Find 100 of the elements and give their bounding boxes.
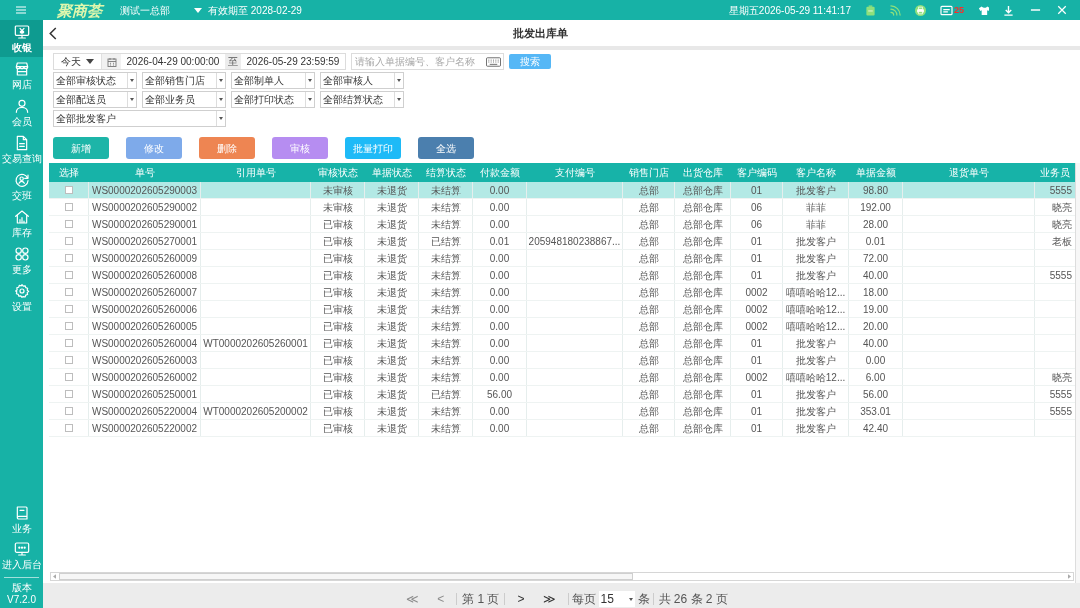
filter-select[interactable]: 全部审核人 (320, 72, 404, 89)
table-cell-text: 未退货 (376, 370, 407, 385)
download-icon[interactable] (1003, 4, 1014, 16)
table-cell-text: 总部 (638, 421, 659, 436)
table-cell-text: 未结算 (430, 404, 461, 419)
wifi-icon[interactable] (890, 4, 901, 16)
checkbox[interactable] (64, 254, 73, 262)
checkbox[interactable] (64, 322, 73, 330)
table-cell-text: 总部 (638, 268, 659, 283)
table-cell-text: 已审核 (322, 404, 353, 419)
battery-icon[interactable] (865, 4, 876, 16)
table-cell-text: WS0000202605290001 (91, 217, 198, 232)
table-cell-text: 总部 (638, 336, 659, 351)
checkbox[interactable] (64, 390, 73, 398)
checkbox[interactable] (64, 288, 73, 296)
table-row[interactable]: WS0000202605290003 未审核 未退货 未结算 0.00 总部 总部仓库 01 批发客户 98.80 5555 (49, 182, 1075, 199)
filter-select[interactable]: 全部业务员 (142, 91, 226, 108)
table-cell-text: 0.00 (489, 336, 510, 351)
table-cell-text: 未结算 (430, 421, 461, 436)
table-cell-text: 总部仓库 (682, 251, 723, 266)
table-row[interactable]: WS0000202605260007 已审核 未退货 未结算 0.00 总部 总部仓库 0002 嘻嘻哈哈12... 18.00 (49, 284, 1075, 301)
table-row[interactable]: WS0000202605220002 已审核 未退货 未结算 0.00 总部 总部仓库 01 批发客户 42.40 (49, 420, 1075, 437)
filter-select[interactable]: 全部打印状态 (231, 91, 315, 108)
table-row[interactable]: WS0000202605260008 已审核 未退货 未结算 0.00 总部 总部仓库 01 批发客户 40.00 5555 (49, 267, 1075, 284)
table-cell-text: 已审核 (322, 370, 353, 385)
yen-monitor-icon (13, 24, 30, 40)
checkbox[interactable] (64, 356, 73, 364)
filter-select[interactable]: 全部配送员 (53, 91, 137, 108)
per-page-label: 每页 (571, 591, 596, 608)
version-label: 版本 (10, 582, 33, 594)
vertical-scrollbar[interactable] (1075, 163, 1080, 583)
checkbox[interactable] (64, 305, 73, 313)
caret-icon (308, 98, 312, 101)
filter-select[interactable]: 全部制单人 (231, 72, 315, 89)
table-row[interactable]: WS0000202605260004 WT0000202605260001 已审核 未退货 未结算 0.00 总部 总部仓库 01 批发客户 40.00 (49, 335, 1075, 352)
table-cell-text: WS0000202605260002 (91, 370, 198, 385)
table-cell-text: WT0000202605260001 (203, 336, 308, 351)
message-icon[interactable] (940, 4, 953, 16)
table-cell-text: 01 (750, 183, 763, 198)
menu-icon[interactable] (16, 6, 26, 14)
checkbox[interactable] (64, 203, 73, 211)
filter-select[interactable]: 全部销售门店 (142, 72, 226, 89)
table-cell-text: 01 (750, 234, 763, 249)
checkbox[interactable] (64, 220, 73, 228)
table-cell-text: 01 (750, 421, 763, 436)
table-cell-text: 0.00 (489, 285, 510, 300)
table-row[interactable]: WS0000202605260009 已审核 未退货 未结算 0.00 总部 总部仓库 01 批发客户 72.00 (49, 250, 1075, 267)
table-cell-text: WS0000202605260005 (91, 319, 198, 334)
table-row[interactable]: WS0000202605250001 已审核 未退货 已结算 56.00 总部 总部仓库 01 批发客户 56.00 5555 (49, 386, 1075, 403)
table-row[interactable]: WS0000202605260006 已审核 未退货 未结算 0.00 总部 总部仓库 0002 嘻嘻哈哈12... 19.00 (49, 301, 1075, 318)
minimize-icon[interactable] (1030, 9, 1041, 11)
filter-select[interactable]: 全部批发客户 (53, 110, 226, 127)
caret-icon (219, 117, 223, 120)
table-row[interactable]: WS0000202605260002 已审核 未退货 未结算 0.00 总部 总部仓库 0002 嘻嘻哈哈12... 6.00 晓亮 (49, 369, 1075, 386)
filter-select[interactable]: 全部审核状态 (53, 72, 137, 89)
column-header: 业务员 (1039, 166, 1071, 180)
table-cell-text: 56.00 (863, 387, 888, 402)
table-cell-text: 总部仓库 (682, 183, 723, 198)
table-cell-text: 未退货 (376, 285, 407, 300)
caret-icon (130, 79, 134, 82)
horizontal-scrollbar[interactable] (50, 572, 1074, 581)
table-cell-text: 28.00 (863, 217, 888, 232)
table-cell-text: 嘻嘻哈哈12... (785, 370, 846, 385)
scroll-right-icon[interactable] (1068, 574, 1071, 579)
checkbox[interactable] (64, 339, 73, 347)
checkbox[interactable] (64, 237, 73, 245)
last-page-button[interactable]: ≫ (533, 593, 565, 605)
table-row[interactable]: WS0000202605290002 未审核 未退货 未结算 0.00 总部 总部仓库 06 菲菲 192.00 晓亮 (49, 199, 1075, 216)
checkbox[interactable] (64, 186, 73, 194)
table-cell-text: 5555 (1049, 387, 1072, 402)
table-cell-text: 总部 (638, 183, 659, 198)
table-cell-text: 0.00 (489, 251, 510, 266)
table-row[interactable]: WS0000202605260005 已审核 未退货 未结算 0.00 总部 总部仓库 0002 嘻嘻哈哈12... 20.00 (49, 318, 1075, 335)
table-row[interactable]: WS0000202605220004 WT0000202605200002 已审核 未退货 未结算 0.00 总部 总部仓库 01 批发客户 353.01 5555 (49, 403, 1075, 420)
table-cell-text: 40.00 (863, 336, 888, 351)
search-field[interactable]: 请输入单据编号、客户名称 (351, 53, 504, 70)
table-cell-text: 未退货 (376, 200, 407, 215)
filter-select[interactable]: 全部结算状态 (320, 91, 404, 108)
checkbox[interactable] (64, 373, 73, 381)
back-icon[interactable] (49, 26, 57, 40)
scroll-left-icon[interactable] (53, 574, 56, 579)
scrollbar-thumb[interactable] (59, 573, 633, 580)
next-page-button[interactable]: > (508, 593, 534, 605)
checkbox[interactable] (64, 424, 73, 432)
table-cell-text: 已审核 (322, 302, 353, 317)
checkbox[interactable] (64, 271, 73, 279)
table-row[interactable]: WS0000202605290001 已审核 未退货 未结算 0.00 总部 总部仓库 06 菲菲 28.00 晓亮 (49, 216, 1075, 233)
table-row[interactable]: WS0000202605270001 已审核 未退货 已结算 0.01 205948180238867... 总部 总部仓库 01 批发客户 0.01 老板 (49, 233, 1075, 250)
keyboard-icon[interactable] (486, 56, 501, 67)
printer-icon[interactable] (915, 4, 926, 16)
close-icon[interactable] (1057, 5, 1067, 15)
caret-icon[interactable] (194, 7, 202, 13)
checkbox[interactable] (64, 407, 73, 415)
four-circles-icon (13, 246, 30, 262)
action-button[interactable]: 全选 (418, 137, 474, 159)
shirt-icon[interactable] (978, 4, 989, 16)
column-header: 支付编号 (554, 166, 596, 180)
per-page-select[interactable]: 15 (598, 591, 635, 607)
table-cell-text: 总部 (638, 319, 659, 334)
table-row[interactable]: WS0000202605260003 已审核 未退货 未结算 0.00 总部 总部仓库 01 批发客户 0.00 (49, 352, 1075, 369)
